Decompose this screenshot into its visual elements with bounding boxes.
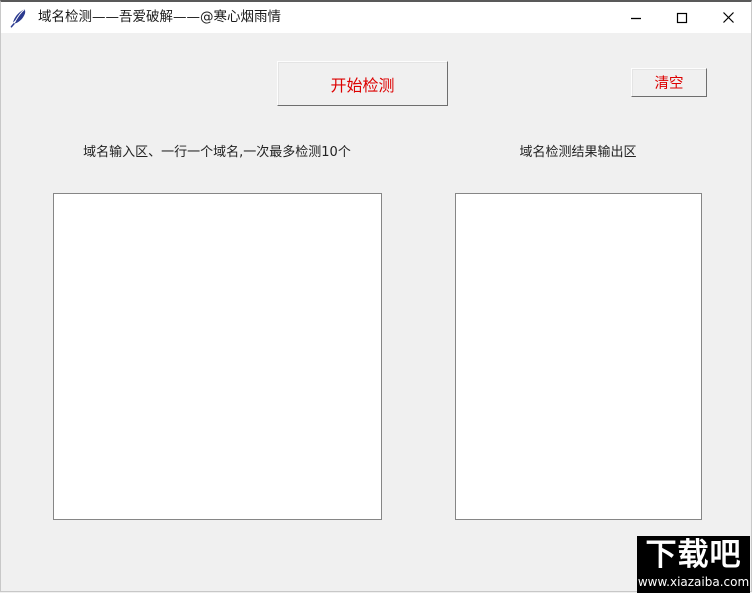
domain-input-textarea[interactable] xyxy=(53,193,382,520)
close-button[interactable] xyxy=(705,2,751,33)
start-detection-button-label: 开始检测 xyxy=(330,75,395,95)
clear-button-label: 清空 xyxy=(654,76,684,92)
minimize-icon xyxy=(631,17,641,19)
input-area-label: 域名输入区、一行一个域名,一次最多检测10个 xyxy=(83,145,351,160)
clear-button[interactable]: 清空 xyxy=(631,68,707,97)
minimize-button[interactable] xyxy=(613,2,659,33)
maximize-button[interactable] xyxy=(659,2,705,33)
output-area-label: 域名检测结果输出区 xyxy=(519,145,637,160)
window-title: 域名检测——吾爱破解——@寒心烟雨情 xyxy=(38,9,281,25)
title-bar: 域名检测——吾爱破解——@寒心烟雨情 xyxy=(1,2,751,33)
start-detection-button[interactable]: 开始检测 xyxy=(277,61,448,106)
watermark-logo-text: 下载吧 xyxy=(645,537,742,573)
feather-quill-icon xyxy=(10,8,26,28)
watermark-url-text: www.xiazaiba.com xyxy=(637,575,750,589)
window-controls xyxy=(613,2,751,33)
application-window: 域名检测——吾爱破解——@寒心烟雨情 开始检测 清空 域名输入区、一行一个域名,… xyxy=(0,0,752,593)
watermark: 下载吧 www.xiazaiba.com xyxy=(637,536,750,593)
maximize-icon xyxy=(676,12,688,23)
close-icon xyxy=(722,12,734,23)
result-output-textarea[interactable] xyxy=(455,193,702,520)
